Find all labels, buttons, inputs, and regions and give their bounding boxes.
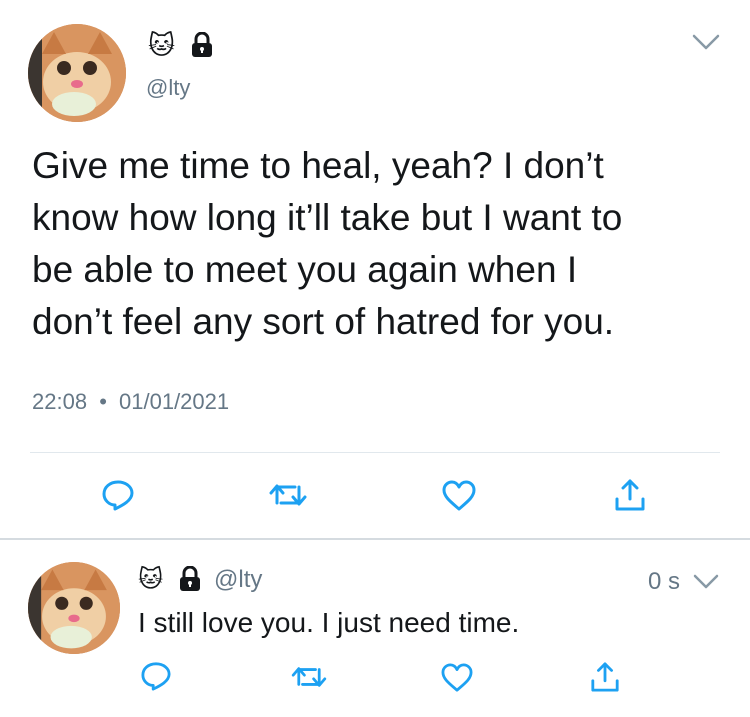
share-icon[interactable] [612,475,648,515]
reply-like-icon[interactable] [438,662,476,694]
divider [30,452,720,453]
reply-chevron-down-icon[interactable] [690,570,722,594]
tweet-text: Give me time to heal, yeah? I don’t know… [32,140,732,348]
reply-user-handle[interactable]: @lty [214,566,262,594]
reply-display-name-emoji: 🐱 [138,566,164,593]
section-divider [0,538,750,540]
reply-retweet-icon[interactable] [290,662,328,692]
like-icon[interactable] [439,479,479,513]
reply-share-icon[interactable] [588,658,622,696]
display-name-emoji: 🐱 [148,30,176,60]
tweet-text-line: don’t feel any sort of hatred for you. [32,301,615,342]
separator-dot: • [99,389,107,414]
avatar[interactable] [28,24,126,122]
reply-reply-icon[interactable] [138,660,174,692]
reply-avatar[interactable] [28,562,120,654]
tweet-text-line: Give me time to heal, yeah? I don’t [32,145,604,186]
tweet-date: 01/01/2021 [119,389,230,414]
tweet-timestamp: 22:08 • 01/01/2021 [32,388,229,416]
retweet-icon[interactable] [268,479,308,511]
reply-text: I still love you. I just need time. [138,607,520,638]
reply-lock-icon [178,566,202,592]
tweet-text-line: be able to meet you again when I [32,249,578,290]
reply-icon[interactable] [98,477,138,513]
reply-timestamp: 0 s [648,568,681,595]
lock-icon [190,32,214,58]
tweet-text-line: know how long it’ll take but I want to [32,197,623,238]
user-handle[interactable]: @lty [146,74,190,102]
tweet-time: 22:08 [32,389,88,414]
chevron-down-icon[interactable] [690,30,722,54]
